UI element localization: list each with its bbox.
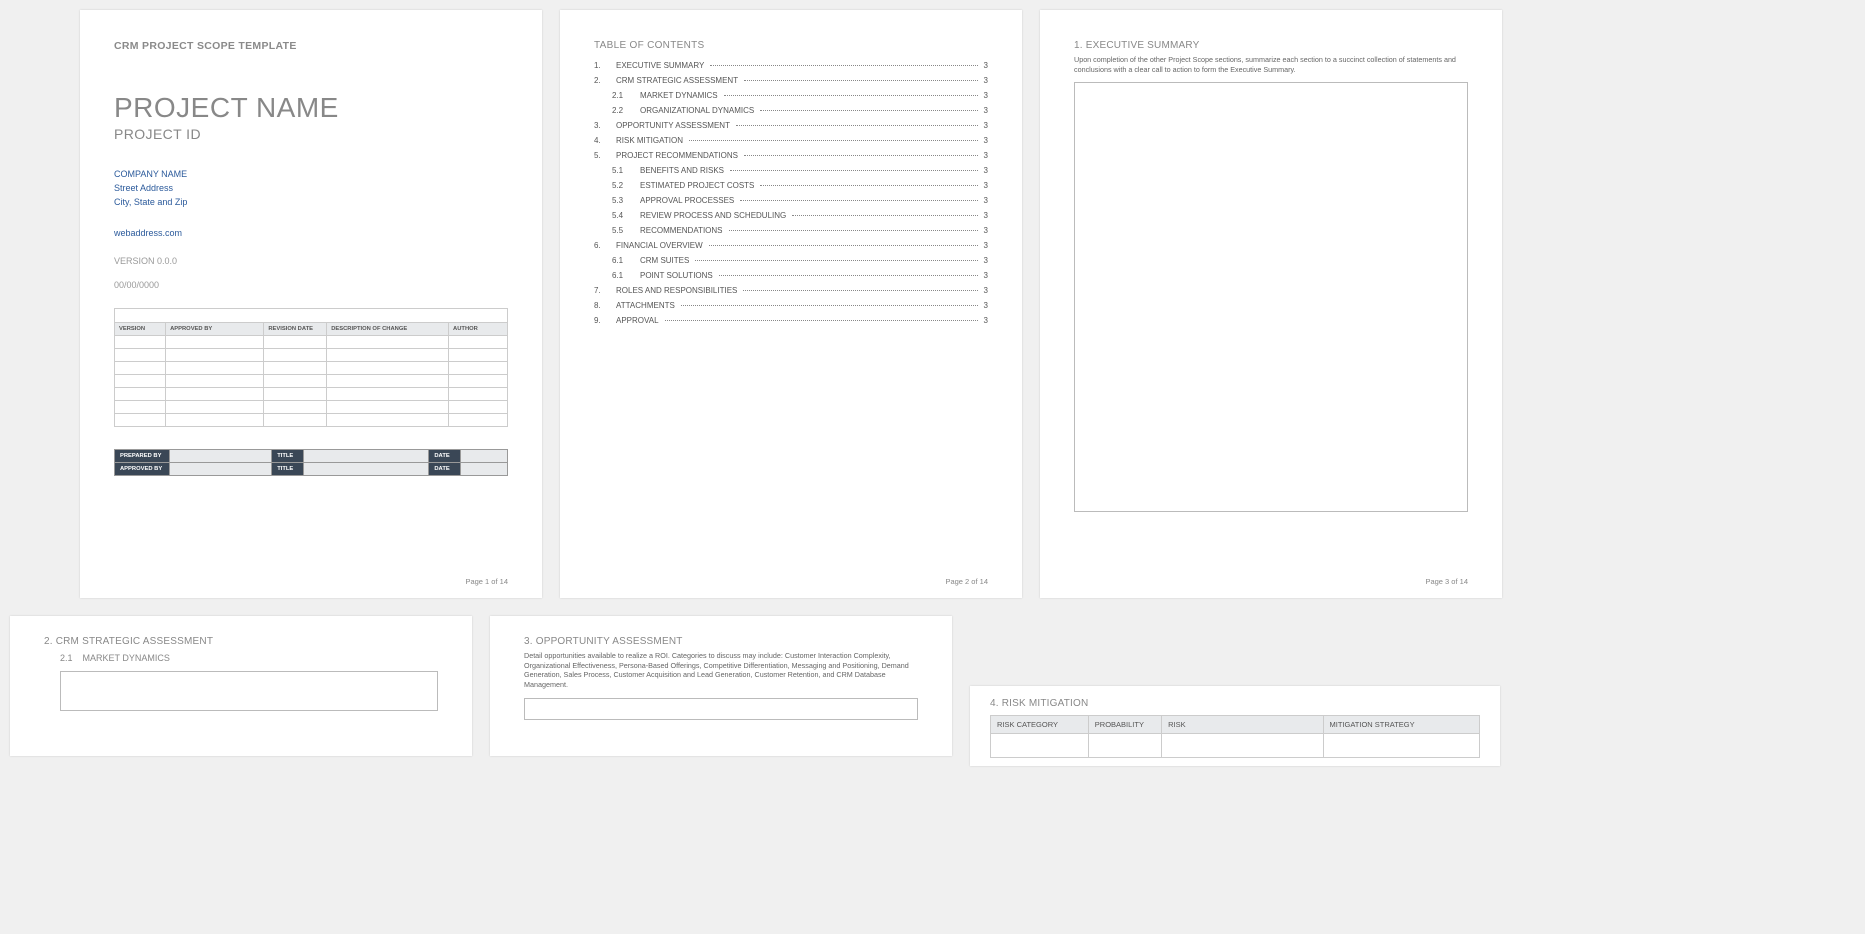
document-page-2: TABLE OF CONTENTS 1.EXECUTIVE SUMMARY3 2.… xyxy=(560,10,1022,598)
table-row xyxy=(991,734,1480,758)
section-heading: 4. RISK MITIGATION xyxy=(990,698,1480,709)
version-history-table: VERSION HISTORY VERSION APPROVED BY REVI… xyxy=(114,308,508,427)
toc-entry: 2.CRM STRATEGIC ASSESSMENT3 xyxy=(594,76,988,85)
document-page-5: 3. OPPORTUNITY ASSESSMENT Detail opportu… xyxy=(490,616,952,756)
table-row xyxy=(115,335,508,348)
company-name: COMPANY NAME xyxy=(114,168,508,182)
section-description: Upon completion of the other Project Sco… xyxy=(1074,55,1468,74)
document-page-1: CRM PROJECT SCOPE TEMPLATE PROJECT NAME … xyxy=(80,10,542,598)
risk-mitigation-table: RISK CATEGORY PROBABILITY RISK MITIGATIO… xyxy=(990,715,1480,758)
risk-table-header: RISK CATEGORY PROBABILITY RISK MITIGATIO… xyxy=(991,716,1480,734)
page-footer: Page 3 of 14 xyxy=(1425,577,1468,586)
table-row xyxy=(115,348,508,361)
toc-entry: 7.ROLES AND RESPONSIBILITIES3 xyxy=(594,286,988,295)
version-history-title: VERSION HISTORY xyxy=(115,308,508,322)
version-history-header-row: VERSION APPROVED BY REVISION DATE DESCRI… xyxy=(115,322,508,335)
table-row xyxy=(115,374,508,387)
page-footer: Page 1 of 14 xyxy=(465,577,508,586)
city-state-zip: City, State and Zip xyxy=(114,196,508,210)
toc-entry: 5.1BENEFITS AND RISKS3 xyxy=(594,166,988,175)
toc-entry: 2.2ORGANIZATIONAL DYNAMICS3 xyxy=(594,106,988,115)
toc-entry: 6.1POINT SOLUTIONS3 xyxy=(594,271,988,280)
table-row xyxy=(115,413,508,426)
content-box xyxy=(524,698,918,720)
toc-entry: 2.1MARKET DYNAMICS3 xyxy=(594,91,988,100)
toc-entry: 9.APPROVAL3 xyxy=(594,316,988,325)
section-heading: 3. OPPORTUNITY ASSESSMENT xyxy=(524,636,918,647)
table-row xyxy=(115,361,508,374)
version-text: VERSION 0.0.0 xyxy=(114,256,508,266)
toc-heading: TABLE OF CONTENTS xyxy=(594,40,988,51)
toc-entry: 5.4REVIEW PROCESS AND SCHEDULING3 xyxy=(594,211,988,220)
project-name: PROJECT NAME xyxy=(114,92,508,124)
toc-entry: 5.5RECOMMENDATIONS3 xyxy=(594,226,988,235)
document-page-3: 1. EXECUTIVE SUMMARY Upon completion of … xyxy=(1040,10,1502,598)
toc-entry: 4.RISK MITIGATION3 xyxy=(594,136,988,145)
table-row xyxy=(115,400,508,413)
toc-entry: 8.ATTACHMENTS3 xyxy=(594,301,988,310)
document-page-6: 4. RISK MITIGATION RISK CATEGORY PROBABI… xyxy=(970,686,1500,766)
signature-table: PREPARED BY TITLE DATE APPROVED BY TITLE… xyxy=(114,449,508,476)
web-address: webaddress.com xyxy=(114,228,508,238)
template-title: CRM PROJECT SCOPE TEMPLATE xyxy=(114,40,508,52)
toc-list: 1.EXECUTIVE SUMMARY3 2.CRM STRATEGIC ASSE… xyxy=(594,61,988,325)
section-heading: 1. EXECUTIVE SUMMARY xyxy=(1074,40,1468,51)
subsection-heading: 2.1 MARKET DYNAMICS xyxy=(44,653,438,663)
section-heading: 2. CRM STRATEGIC ASSESSMENT xyxy=(44,636,438,647)
toc-entry: 5.PROJECT RECOMMENDATIONS3 xyxy=(594,151,988,160)
street-address: Street Address xyxy=(114,182,508,196)
page-footer: Page 2 of 14 xyxy=(945,577,988,586)
section-description: Detail opportunities available to realiz… xyxy=(524,651,918,690)
toc-entry: 5.2ESTIMATED PROJECT COSTS3 xyxy=(594,181,988,190)
toc-entry: 5.3APPROVAL PROCESSES3 xyxy=(594,196,988,205)
toc-entry: 6.FINANCIAL OVERVIEW3 xyxy=(594,241,988,250)
company-info: COMPANY NAME Street Address City, State … xyxy=(114,168,508,210)
toc-entry: 6.1CRM SUITES3 xyxy=(594,256,988,265)
toc-entry: 1.EXECUTIVE SUMMARY3 xyxy=(594,61,988,70)
table-row xyxy=(115,387,508,400)
content-box xyxy=(1074,82,1468,512)
document-page-4: 2. CRM STRATEGIC ASSESSMENT 2.1 MARKET D… xyxy=(10,616,472,756)
content-box xyxy=(60,671,438,711)
date-text: 00/00/0000 xyxy=(114,280,508,290)
project-id: PROJECT ID xyxy=(114,126,508,142)
toc-entry: 3.OPPORTUNITY ASSESSMENT3 xyxy=(594,121,988,130)
